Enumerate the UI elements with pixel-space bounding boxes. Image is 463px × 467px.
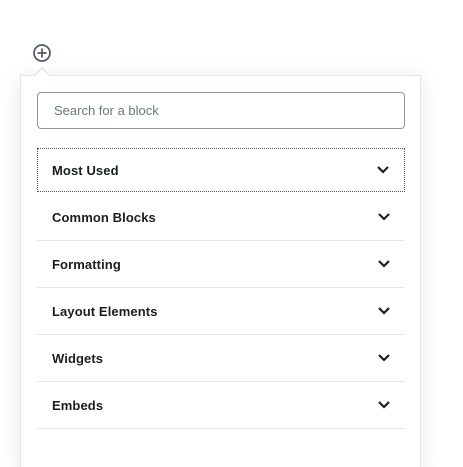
panel-title: Most Used	[52, 162, 119, 178]
block-search-container	[37, 92, 405, 129]
chevron-down-icon	[377, 257, 391, 271]
chevron-down-icon	[377, 210, 391, 224]
panel-most-used[interactable]: Most Used	[37, 148, 405, 192]
panel-common-blocks[interactable]: Common Blocks	[37, 194, 405, 241]
block-inserter-popover: Most Used Common Blocks Formatting Layou…	[20, 75, 421, 467]
panel-layout-elements[interactable]: Layout Elements	[37, 288, 405, 335]
popover-arrow-fill	[34, 69, 50, 77]
panel-title: Common Blocks	[52, 209, 156, 225]
block-editor-canvas: Most Used Common Blocks Formatting Layou…	[0, 0, 463, 467]
panel-title: Formatting	[52, 256, 121, 272]
add-block-button[interactable]	[31, 42, 53, 64]
panel-formatting[interactable]: Formatting	[37, 241, 405, 288]
panel-title: Widgets	[52, 350, 104, 366]
panel-title: Embeds	[52, 397, 104, 413]
chevron-down-icon	[377, 398, 391, 412]
panel-title: Layout Elements	[52, 303, 158, 319]
block-category-list: Most Used Common Blocks Formatting Layou…	[37, 148, 405, 429]
chevron-down-icon	[376, 163, 390, 177]
block-search-input[interactable]	[37, 92, 405, 129]
chevron-down-icon	[377, 351, 391, 365]
panel-embeds[interactable]: Embeds	[37, 382, 405, 429]
chevron-down-icon	[377, 304, 391, 318]
plus-circle-icon	[33, 44, 51, 62]
panel-widgets[interactable]: Widgets	[37, 335, 405, 382]
